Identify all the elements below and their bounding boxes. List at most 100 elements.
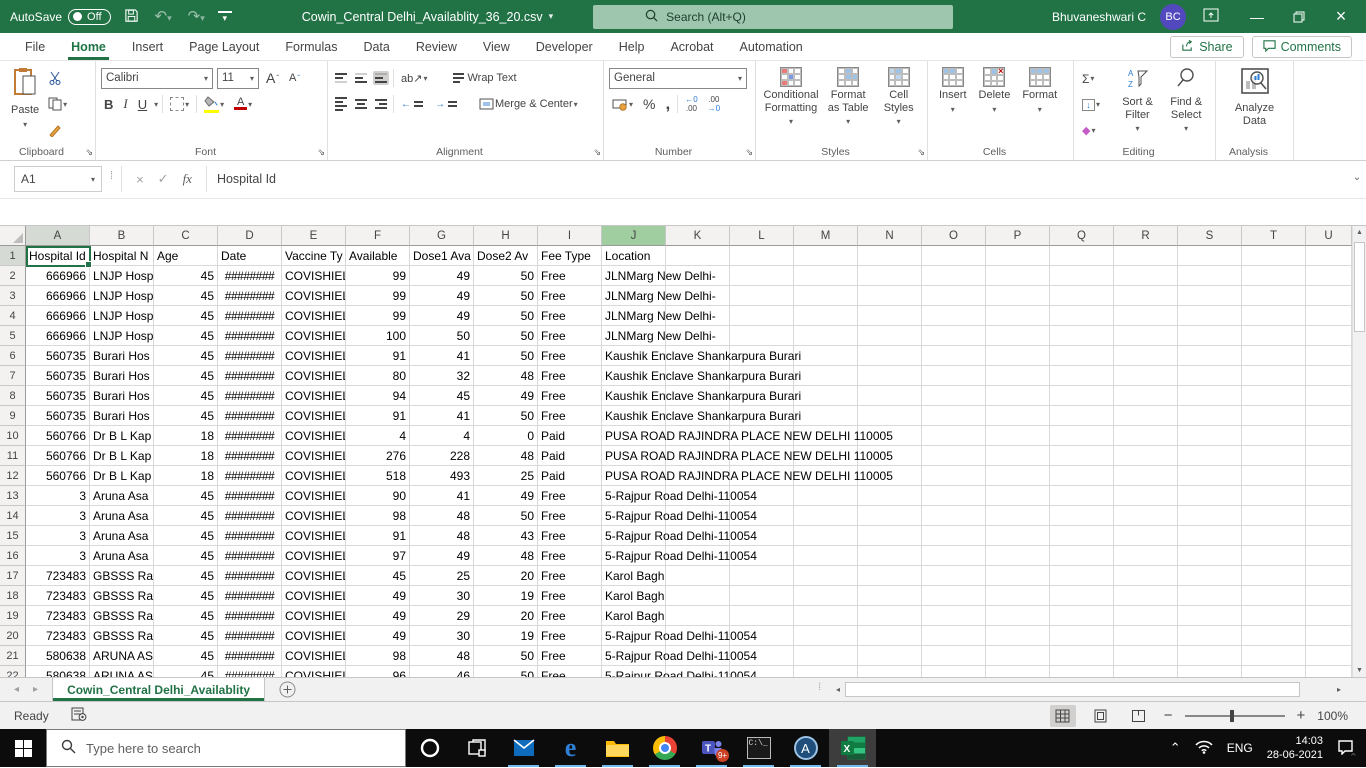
cell-B17[interactable]: GBSSS Rar — [90, 566, 154, 586]
cell-D11[interactable]: ######## — [218, 446, 282, 466]
tab-file[interactable]: File — [12, 35, 58, 59]
cell-G4[interactable]: 49 — [410, 306, 474, 326]
cell-H5[interactable]: 50 — [474, 326, 538, 346]
top-align-icon[interactable] — [333, 71, 349, 85]
bottom-align-icon[interactable] — [373, 71, 389, 85]
excel-taskbar-icon[interactable]: X — [829, 729, 876, 767]
cell-O5[interactable] — [922, 326, 986, 346]
cell-B11[interactable]: Dr B L Kap — [90, 446, 154, 466]
cell-N22[interactable] — [858, 666, 922, 677]
cell-K1[interactable] — [666, 246, 730, 266]
next-sheet-icon[interactable]: ▸ — [33, 684, 38, 695]
start-button[interactable] — [0, 729, 46, 767]
cell-T10[interactable] — [1242, 426, 1306, 446]
cell-I19[interactable]: Free — [538, 606, 602, 626]
alignment-dialog-launcher-icon[interactable]: ⇘ — [593, 147, 601, 158]
cell-R7[interactable] — [1114, 366, 1178, 386]
cell-L5[interactable] — [730, 326, 794, 346]
cell-E16[interactable]: COVISHIEL — [282, 546, 346, 566]
cell-Q19[interactable] — [1050, 606, 1114, 626]
cell-J16[interactable]: 5-Rajpur Road Delhi-110054 — [602, 546, 666, 566]
cell-N14[interactable] — [858, 506, 922, 526]
cell-R8[interactable] — [1114, 386, 1178, 406]
cell-Q12[interactable] — [1050, 466, 1114, 486]
find-select-button[interactable]: Find & Select▾ — [1162, 65, 1210, 143]
cell-A8[interactable]: 560735 — [26, 386, 90, 406]
cell-U11[interactable] — [1306, 446, 1352, 466]
cell-U16[interactable] — [1306, 546, 1352, 566]
cell-S14[interactable] — [1178, 506, 1242, 526]
cell-G18[interactable]: 30 — [410, 586, 474, 606]
cell-G17[interactable]: 25 — [410, 566, 474, 586]
cell-M16[interactable] — [794, 546, 858, 566]
cell-Q8[interactable] — [1050, 386, 1114, 406]
underline-button[interactable]: U — [135, 96, 150, 113]
cell-Q20[interactable] — [1050, 626, 1114, 646]
cell-R16[interactable] — [1114, 546, 1178, 566]
cell-B14[interactable]: Aruna Asa — [90, 506, 154, 526]
cell-styles-button[interactable]: Cell Styles▾ — [875, 65, 922, 143]
cell-O10[interactable] — [922, 426, 986, 446]
cell-S7[interactable] — [1178, 366, 1242, 386]
cell-G7[interactable]: 32 — [410, 366, 474, 386]
row-number-15[interactable]: 15 — [0, 526, 26, 546]
cell-D18[interactable]: ######## — [218, 586, 282, 606]
cell-A7[interactable]: 560735 — [26, 366, 90, 386]
column-header-C[interactable]: C — [154, 226, 218, 246]
cell-S4[interactable] — [1178, 306, 1242, 326]
cell-A15[interactable]: 3 — [26, 526, 90, 546]
cell-N18[interactable] — [858, 586, 922, 606]
cell-C4[interactable]: 45 — [154, 306, 218, 326]
cell-H22[interactable]: 50 — [474, 666, 538, 677]
cell-B3[interactable]: LNJP Hosp — [90, 286, 154, 306]
cell-G15[interactable]: 48 — [410, 526, 474, 546]
cell-F18[interactable]: 49 — [346, 586, 410, 606]
row-number-8[interactable]: 8 — [0, 386, 26, 406]
cell-A10[interactable]: 560766 — [26, 426, 90, 446]
cell-J9[interactable]: Kaushik Enclave Shankarpura Burari — [602, 406, 666, 426]
cell-O17[interactable] — [922, 566, 986, 586]
cell-H11[interactable]: 48 — [474, 446, 538, 466]
tab-data[interactable]: Data — [350, 35, 402, 59]
cell-S12[interactable] — [1178, 466, 1242, 486]
column-header-U[interactable]: U — [1306, 226, 1352, 246]
cell-E1[interactable]: Vaccine Ty — [282, 246, 346, 266]
cell-A19[interactable]: 723483 — [26, 606, 90, 626]
cell-F21[interactable]: 98 — [346, 646, 410, 666]
cell-F5[interactable]: 100 — [346, 326, 410, 346]
cell-A18[interactable]: 723483 — [26, 586, 90, 606]
cell-L17[interactable] — [730, 566, 794, 586]
cell-N3[interactable] — [858, 286, 922, 306]
cell-M6[interactable] — [794, 346, 858, 366]
accounting-format-icon[interactable]: ▾ — [609, 97, 636, 112]
row-number-17[interactable]: 17 — [0, 566, 26, 586]
row-number-20[interactable]: 20 — [0, 626, 26, 646]
cell-I18[interactable]: Free — [538, 586, 602, 606]
cell-C12[interactable]: 18 — [154, 466, 218, 486]
cell-F17[interactable]: 45 — [346, 566, 410, 586]
cell-C18[interactable]: 45 — [154, 586, 218, 606]
comments-button[interactable]: Comments — [1252, 36, 1352, 58]
cell-B15[interactable]: Aruna Asa — [90, 526, 154, 546]
format-as-table-button[interactable]: Format as Table▾ — [821, 65, 875, 143]
cell-J19[interactable]: Karol Bagh — [602, 606, 666, 626]
format-cells-button[interactable]: Format▾ — [1016, 65, 1063, 143]
column-header-B[interactable]: B — [90, 226, 154, 246]
avatar[interactable]: BC — [1160, 4, 1186, 30]
cell-U17[interactable] — [1306, 566, 1352, 586]
scroll-right-icon[interactable]: ▸ — [1332, 685, 1346, 694]
cell-T22[interactable] — [1242, 666, 1306, 677]
cell-E11[interactable]: COVISHIEL — [282, 446, 346, 466]
column-header-N[interactable]: N — [858, 226, 922, 246]
vertical-scroll-thumb[interactable] — [1354, 242, 1365, 332]
cell-U19[interactable] — [1306, 606, 1352, 626]
autosum-icon[interactable]: Σ▾ — [1079, 71, 1113, 87]
cell-E7[interactable]: COVISHIEL — [282, 366, 346, 386]
cell-D5[interactable]: ######## — [218, 326, 282, 346]
cell-S2[interactable] — [1178, 266, 1242, 286]
cell-Q7[interactable] — [1050, 366, 1114, 386]
cell-N4[interactable] — [858, 306, 922, 326]
cell-D4[interactable]: ######## — [218, 306, 282, 326]
cell-S16[interactable] — [1178, 546, 1242, 566]
cell-P15[interactable] — [986, 526, 1050, 546]
